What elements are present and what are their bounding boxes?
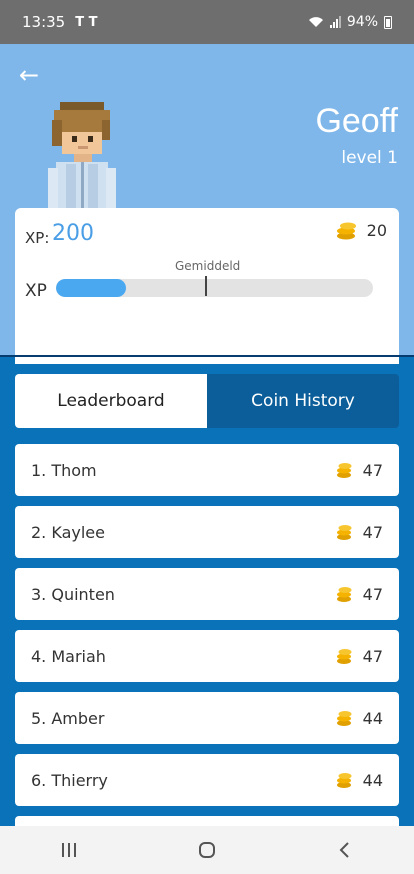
profile-level: level 1 (341, 148, 398, 168)
coin-icon (336, 525, 352, 540)
xp-value: 200 (52, 221, 94, 246)
status-time: 13:35 (22, 13, 66, 31)
back-arrow-icon[interactable]: ← (16, 62, 42, 88)
xp-progress-fill (56, 279, 126, 297)
tab-bar: Leaderboard Coin History (15, 374, 399, 428)
back-icon[interactable] (315, 835, 375, 865)
leaderboard-list: 1. Thom 47 2. Kaylee 47 3. Quinten 47 4.… (15, 444, 399, 874)
leaderboard-coins: 47 (362, 584, 383, 604)
coin-icon (336, 773, 352, 788)
coin-count: 20 (366, 221, 387, 240)
tab-coin-history[interactable]: Coin History (207, 374, 399, 428)
leaderboard-coins: 47 (362, 646, 383, 666)
wifi-icon (308, 17, 323, 27)
tab-leaderboard[interactable]: Leaderboard (15, 374, 207, 428)
coin-stack-icon (337, 222, 356, 240)
leaderboard-coins: 47 (362, 460, 383, 480)
coin-icon (336, 463, 352, 478)
leaderboard-name: 1. Thom (31, 460, 97, 480)
list-item[interactable]: 1. Thom 47 (15, 444, 399, 496)
tesla-notification-icon: Τ Τ (75, 14, 98, 30)
leaderboard-coins: 44 (362, 708, 383, 728)
status-bar: 13:35 Τ Τ 94% (0, 0, 414, 44)
list-item[interactable]: 2. Kaylee 47 (15, 506, 399, 558)
leaderboard-name: 3. Quinten (31, 584, 115, 604)
average-label: Gemiddeld (175, 259, 241, 273)
coin-icon (336, 711, 352, 726)
recents-icon[interactable] (39, 835, 99, 865)
leaderboard-name: 2. Kaylee (31, 522, 105, 542)
xp-progress-bar (56, 279, 373, 297)
home-icon[interactable] (177, 835, 237, 865)
leaderboard-coins: 44 (362, 770, 383, 790)
battery-percent: 94% (346, 14, 378, 30)
list-item[interactable]: 4. Mariah 47 (15, 630, 399, 682)
coin-icon (336, 587, 352, 602)
list-item[interactable]: 3. Quinten 47 (15, 568, 399, 620)
average-marker (204, 276, 207, 296)
list-item[interactable]: 6. Thierry 44 (15, 754, 399, 806)
xp-card: XP: 200 20 Gemiddeld XP (15, 208, 399, 364)
leaderboard-name: 4. Mariah (31, 646, 106, 666)
profile-name: Geoff (315, 102, 398, 140)
battery-icon (384, 15, 392, 29)
list-item[interactable]: 5. Amber 44 (15, 692, 399, 744)
pixel-avatar (48, 102, 116, 212)
leaderboard-name: 5. Amber (31, 708, 105, 728)
section-divider (0, 355, 414, 357)
xp-label: XP: (25, 229, 50, 247)
leaderboard-coins: 47 (362, 522, 383, 542)
system-nav-bar (0, 826, 414, 874)
xp-bar-label: XP (25, 281, 47, 301)
coin-icon (336, 649, 352, 664)
signal-icon (329, 16, 341, 28)
leaderboard-name: 6. Thierry (31, 770, 108, 790)
